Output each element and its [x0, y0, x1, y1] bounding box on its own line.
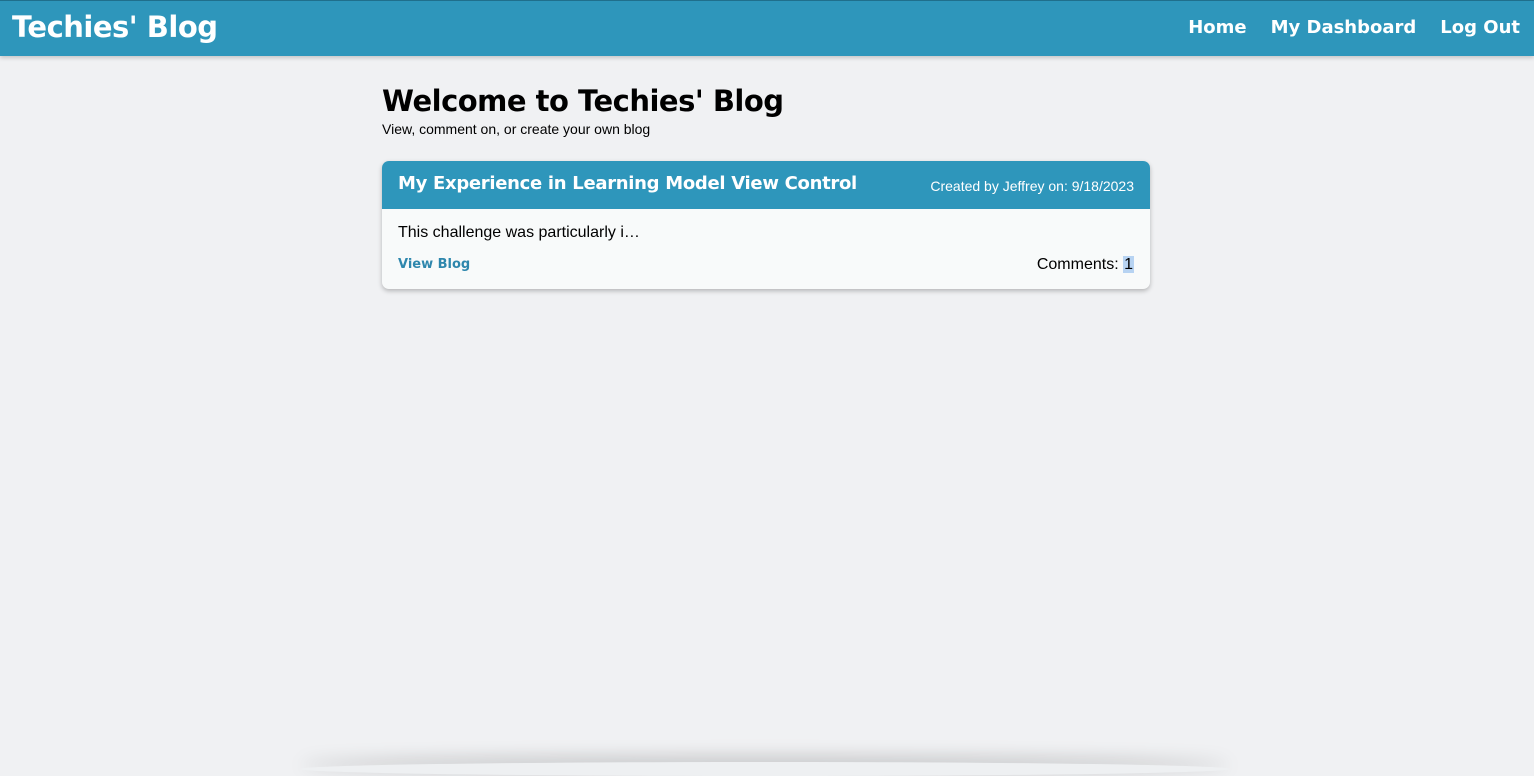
main-nav: Home My Dashboard Log Out: [1188, 17, 1520, 38]
blog-post-meta: Created by Jeffrey on: 9/18/2023: [930, 178, 1134, 194]
comments-count: 1: [1123, 256, 1134, 273]
main-content: Welcome to Techies' Blog View, comment o…: [382, 82, 1150, 289]
blog-post-title: My Experience in Learning Model View Con…: [398, 173, 857, 194]
page-title: Welcome to Techies' Blog: [382, 84, 784, 118]
blog-post-card: My Experience in Learning Model View Con…: [382, 161, 1150, 289]
nav-dashboard-link[interactable]: My Dashboard: [1271, 17, 1417, 38]
blog-post-header: My Experience in Learning Model View Con…: [382, 161, 1150, 209]
page-subtitle: View, comment on, or create your own blo…: [382, 121, 651, 137]
comments-summary: Comments: 1: [1037, 256, 1134, 274]
nav-home-link[interactable]: Home: [1188, 17, 1246, 38]
site-brand[interactable]: Techies' Blog: [12, 10, 218, 44]
nav-logout-link[interactable]: Log Out: [1440, 17, 1520, 38]
top-navbar: Techies' Blog Home My Dashboard Log Out: [0, 0, 1534, 56]
comments-label: Comments:: [1036, 256, 1119, 273]
bottom-edge-shadow: [300, 762, 1230, 776]
view-blog-link[interactable]: View Blog: [398, 257, 470, 272]
blog-post-excerpt: This challenge was particularly i…: [398, 224, 640, 241]
